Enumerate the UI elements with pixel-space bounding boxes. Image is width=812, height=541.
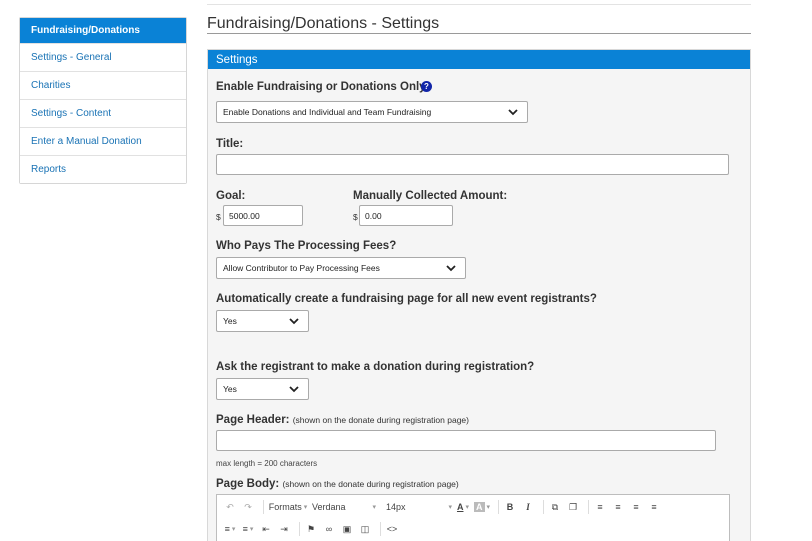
chevron-down-icon bbox=[289, 318, 299, 325]
toolbar-divider bbox=[380, 522, 381, 536]
ask-donation-select-value: Yes bbox=[223, 384, 237, 394]
background-color-icon: A bbox=[474, 502, 485, 512]
chevron-down-icon bbox=[508, 109, 518, 116]
toolbar-divider bbox=[588, 500, 590, 514]
page-header-label: Page Header: (shown on the donate during… bbox=[216, 414, 469, 426]
redo-icon[interactable]: ↷ bbox=[241, 499, 255, 515]
paste-icon[interactable]: ❐ bbox=[566, 499, 580, 515]
goal-currency: $ bbox=[216, 212, 221, 222]
background-color-button[interactable]: A ▾ bbox=[474, 499, 490, 515]
chevron-down-icon bbox=[446, 265, 456, 272]
chevron-down-icon bbox=[289, 386, 299, 393]
sidebar-item-manual-donation[interactable]: Enter a Manual Donation bbox=[20, 127, 186, 155]
bullet-list-icon[interactable]: ≡ ▾ bbox=[223, 521, 237, 537]
goal-input[interactable]: 5000.00 bbox=[223, 205, 303, 226]
manual-amount-label: Manually Collected Amount: bbox=[353, 190, 508, 202]
sidebar-nav: Fundraising/Donations Settings - General… bbox=[19, 17, 187, 184]
toolbar-row-2: ≡ ▾ ≡ ▾ ⇤ ⇥ ⚑ ∞ ▣ ◫ <> bbox=[223, 519, 403, 539]
numbered-list-icon[interactable]: ≡ ▾ bbox=[241, 521, 255, 537]
enable-label: Enable Fundraising or Donations Only: bbox=[216, 81, 430, 93]
page-header-label-text: Page Header: bbox=[216, 414, 290, 426]
sidebar-item-settings-content[interactable]: Settings - Content bbox=[20, 99, 186, 127]
toolbar-divider bbox=[299, 522, 300, 536]
align-justify-icon[interactable]: ≡ bbox=[647, 499, 661, 515]
goal-label: Goal: bbox=[216, 190, 246, 202]
caret-down-icon: ▾ bbox=[249, 526, 254, 533]
top-divider bbox=[207, 4, 751, 5]
formats-dropdown-label: Formats bbox=[268, 502, 302, 512]
ask-donation-select[interactable]: Yes bbox=[216, 378, 309, 400]
ask-donation-label: Ask the registrant to make a donation du… bbox=[216, 361, 535, 373]
page-body-label: Page Body: (shown on the donate during r… bbox=[216, 478, 459, 490]
page-body-hint: (shown on the donate during registration… bbox=[282, 479, 459, 489]
page-header-hint: (shown on the donate during registration… bbox=[292, 415, 469, 425]
sidebar-item-fundraising-donations[interactable]: Fundraising/Donations bbox=[20, 18, 186, 43]
text-color-button[interactable]: A ▾ bbox=[456, 499, 470, 515]
auto-page-select[interactable]: Yes bbox=[216, 310, 309, 332]
caret-down-icon: ▾ bbox=[372, 504, 376, 511]
font-family-dropdown[interactable]: Verdana ▾ bbox=[312, 499, 376, 515]
font-family-value: Verdana bbox=[312, 502, 346, 512]
panel-header: Settings bbox=[208, 50, 750, 69]
caret-down-icon: ▾ bbox=[231, 526, 236, 533]
page-header-input[interactable] bbox=[216, 430, 716, 451]
fees-label: Who Pays The Processing Fees? bbox=[216, 240, 397, 252]
fees-select-value: Allow Contributor to Pay Processing Fees bbox=[223, 263, 380, 273]
align-left-icon[interactable]: ≡ bbox=[593, 499, 607, 515]
undo-icon[interactable]: ↶ bbox=[223, 499, 237, 515]
caret-down-icon: ▾ bbox=[303, 504, 308, 511]
sidebar-item-reports[interactable]: Reports bbox=[20, 155, 186, 183]
auto-page-select-value: Yes bbox=[223, 316, 237, 326]
toolbar-divider bbox=[543, 500, 545, 514]
enable-select[interactable]: Enable Donations and Individual and Team… bbox=[216, 101, 528, 123]
caret-down-icon: ▾ bbox=[448, 504, 452, 511]
bold-button[interactable]: B bbox=[503, 499, 517, 515]
font-size-dropdown[interactable]: 14px ▾ bbox=[380, 499, 452, 515]
title-input[interactable] bbox=[216, 154, 729, 175]
text-color-icon: A bbox=[456, 502, 464, 512]
manual-currency: $ bbox=[353, 212, 358, 222]
page-body-label-text: Page Body: bbox=[216, 478, 280, 490]
align-center-icon[interactable]: ≡ bbox=[611, 499, 625, 515]
image-icon[interactable]: ▣ bbox=[340, 521, 354, 537]
manual-amount-input[interactable]: 0.00 bbox=[359, 205, 453, 226]
settings-panel: Settings Enable Fundraising or Donations… bbox=[207, 49, 751, 541]
outdent-icon[interactable]: ⇤ bbox=[259, 521, 273, 537]
caret-down-icon: ▾ bbox=[486, 504, 491, 511]
font-size-value: 14px bbox=[386, 502, 406, 512]
toolbar-row-1: ↶ ↷ Formats ▾ Verdana ▾ 14px ▾ A ▾ A ▾ B I ⧉ … bbox=[223, 497, 665, 517]
toolbar-divider bbox=[263, 500, 264, 514]
source-code-icon[interactable]: <> bbox=[385, 521, 399, 537]
bookmark-icon[interactable]: ⚑ bbox=[304, 521, 318, 537]
rich-text-editor: ↶ ↷ Formats ▾ Verdana ▾ 14px ▾ A ▾ A ▾ B I ⧉ … bbox=[216, 494, 730, 541]
media-icon[interactable]: ◫ bbox=[358, 521, 372, 537]
title-underline bbox=[207, 33, 751, 34]
italic-button[interactable]: I bbox=[521, 499, 535, 515]
toolbar-divider bbox=[498, 500, 500, 514]
formats-dropdown[interactable]: Formats ▾ bbox=[268, 499, 308, 515]
link-icon[interactable]: ∞ bbox=[322, 521, 336, 537]
question-circle-icon[interactable]: ? bbox=[421, 81, 432, 92]
title-label: Title: bbox=[216, 138, 244, 150]
sidebar-item-settings-general[interactable]: Settings - General bbox=[20, 43, 186, 71]
auto-page-label: Automatically create a fundraising page … bbox=[216, 293, 597, 305]
fees-select[interactable]: Allow Contributor to Pay Processing Fees bbox=[216, 257, 466, 279]
enable-select-value: Enable Donations and Individual and Team… bbox=[223, 107, 432, 117]
page-title: Fundraising/Donations - Settings bbox=[207, 15, 440, 32]
max-length-note: max length = 200 characters bbox=[216, 459, 318, 468]
caret-down-icon: ▾ bbox=[465, 504, 469, 511]
sidebar-item-charities[interactable]: Charities bbox=[20, 71, 186, 99]
copy-icon[interactable]: ⧉ bbox=[548, 499, 562, 515]
align-right-icon[interactable]: ≡ bbox=[629, 499, 643, 515]
indent-icon[interactable]: ⇥ bbox=[277, 521, 291, 537]
